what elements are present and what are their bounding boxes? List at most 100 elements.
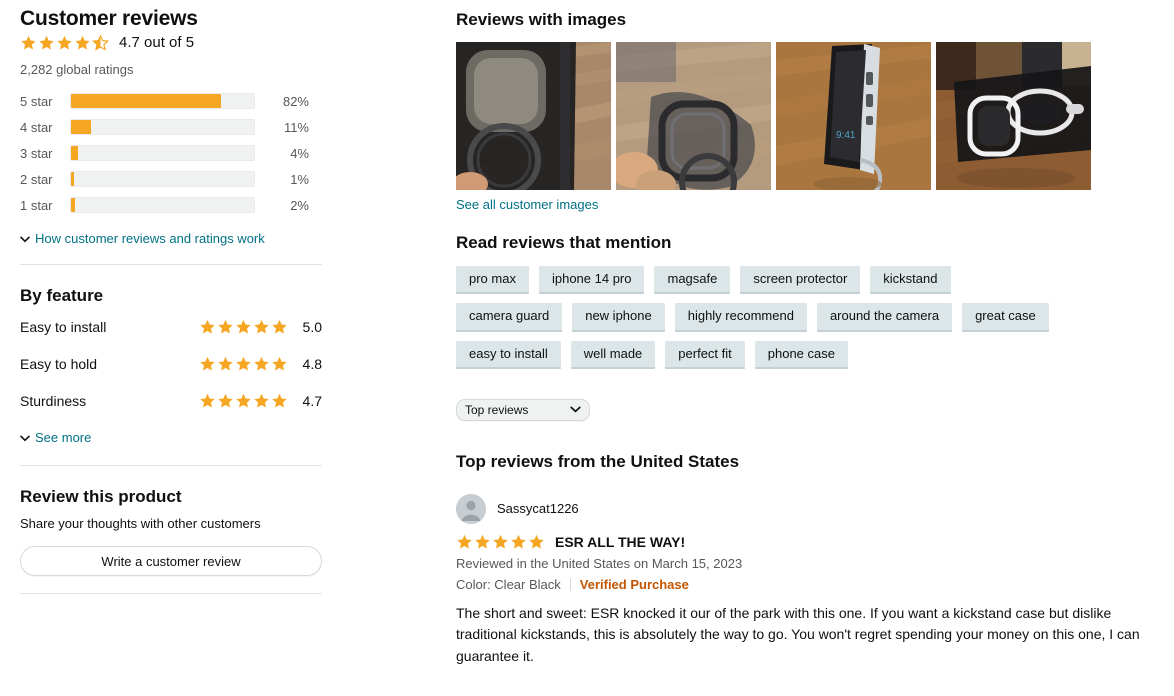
review-title-row: ESR ALL THE WAY! (456, 534, 1156, 550)
reviews-summary-column: Customer reviews 4.7 out of 5 2,282 glob… (20, 0, 322, 595)
star-icon-full (217, 319, 234, 335)
meta-separator (569, 577, 571, 591)
review-keyword-tag[interactable]: pro max (456, 266, 529, 295)
review-keyword-tag[interactable]: around the camera (816, 303, 953, 332)
write-a-customer-review-button[interactable]: Write a customer review (20, 546, 322, 577)
star-icon-full (474, 534, 491, 550)
star-icon-full (271, 319, 288, 335)
histogram-row[interactable]: 2 star 1% (20, 166, 322, 192)
histogram-row[interactable]: 5 star 82% (20, 88, 322, 114)
overall-rating-text: 4.7 out of 5 (119, 34, 195, 52)
star-icon-full (56, 35, 73, 51)
chevron-down-icon (20, 236, 30, 243)
reviewer-profile[interactable]: Sassycat1226 (456, 493, 1156, 524)
review-keyword-tag[interactable]: perfect fit (665, 340, 745, 369)
review-keyword-tag[interactable]: screen protector (740, 266, 861, 295)
overall-rating-row: 4.7 out of 5 (20, 34, 322, 51)
review-keyword-tag[interactable]: iphone 14 pro (538, 266, 645, 295)
review-this-product-title: Review this product (20, 487, 182, 507)
overall-star-rating[interactable] (20, 34, 110, 51)
histogram-row[interactable]: 3 star 4% (20, 140, 322, 166)
review-keyword-tag[interactable]: well made (570, 340, 656, 369)
star-icon-full (199, 319, 216, 335)
customer-image-thumbnail[interactable] (616, 42, 771, 190)
divider-3 (20, 593, 322, 595)
star-icon-full (271, 356, 288, 372)
feature-ratings-list: Easy to install 5.0 Easy to hold 4.8 Sturdin… (20, 311, 322, 417)
histogram-percent-label: 1% (290, 171, 309, 187)
see-all-customer-images-link[interactable]: See all customer images (456, 197, 598, 212)
see-more-label: See more (35, 430, 92, 446)
review-keyword-tag[interactable]: highly recommend (674, 303, 807, 332)
star-icon-full (38, 35, 55, 51)
how-reviews-work-link[interactable]: How customer reviews and ratings work (20, 231, 322, 246)
customer-images-strip: 9:41 (456, 42, 1156, 190)
reviewer-name: Sassycat1226 (497, 501, 579, 517)
review-keyword-tag[interactable]: phone case (754, 340, 848, 369)
review-meta-row: Color: Clear Black Verified Purchase (456, 577, 1156, 592)
avatar (456, 493, 486, 524)
see-more-features-link[interactable]: See more (20, 430, 322, 445)
review-keyword-tag[interactable]: new iphone (572, 303, 665, 332)
star-icon-half (92, 34, 109, 51)
review-keyword-tags: pro max iphone 14 pro magsafe screen protec… (456, 266, 1056, 369)
reviews-content-column: Reviews with images 9:41 See all custome… (456, 0, 1156, 668)
star-icon-full (235, 319, 252, 335)
review-keyword-tag[interactable]: camera guard (456, 303, 563, 332)
histogram-bar-fill (71, 172, 74, 187)
review-keyword-tag[interactable]: kickstand (870, 266, 951, 295)
review-body-text: The short and sweet: ESR knocked it our … (456, 604, 1140, 665)
how-reviews-work-label: How customer reviews and ratings work (35, 231, 265, 247)
histogram-bar-fill (71, 146, 79, 161)
svg-text:9:41: 9:41 (836, 130, 856, 141)
histogram-bar-track[interactable] (70, 171, 255, 188)
rating-histogram: 5 star 82% 4 star 11% 3 star 4% 2 star 1% 1 star… (20, 88, 322, 218)
page-title: Customer reviews (20, 7, 198, 30)
histogram-bar-track[interactable] (70, 197, 255, 214)
review-star-rating[interactable] (456, 534, 546, 550)
review-keyword-tag[interactable]: easy to install (456, 340, 561, 369)
histogram-bar-fill (71, 120, 92, 135)
star-icon-full (253, 319, 270, 335)
customer-image-thumbnail[interactable]: 9:41 (776, 42, 931, 190)
customer-image-thumbnail[interactable] (456, 42, 611, 190)
chevron-down-icon (20, 435, 30, 442)
histogram-row[interactable]: 4 star 11% (20, 114, 322, 140)
star-icon-full (271, 393, 288, 409)
histogram-bar-track[interactable] (70, 119, 255, 136)
star-icon-full (253, 356, 270, 372)
divider-1 (20, 264, 322, 266)
histogram-percent-label: 2% (290, 197, 309, 213)
histogram-row[interactable]: 1 star 2% (20, 192, 322, 218)
customer-reviews-page: Customer reviews 4.7 out of 5 2,282 glob… (0, 0, 1174, 696)
star-icon-full (510, 534, 527, 550)
review-keyword-tag[interactable]: great case (962, 303, 1049, 332)
histogram-bar-track[interactable] (70, 145, 255, 162)
feature-score: 4.7 (302, 393, 322, 410)
verified-purchase-badge: Verified Purchase (579, 576, 689, 592)
feature-star-rating (199, 393, 289, 409)
feature-score: 5.0 (302, 319, 322, 336)
feature-star-rating (199, 356, 289, 372)
star-icon-full (217, 356, 234, 372)
histogram-percent-label: 4% (290, 145, 309, 161)
star-icon-full (235, 393, 252, 409)
customer-image-thumbnail[interactable] (936, 42, 1091, 190)
read-reviews-that-mention-title: Read reviews that mention (456, 233, 672, 252)
star-icon-full (456, 534, 473, 550)
review-title[interactable]: ESR ALL THE WAY! (555, 534, 685, 550)
histogram-star-label: 1 star (20, 197, 53, 213)
feature-star-rating (199, 319, 289, 335)
star-icon-full (74, 35, 91, 51)
review-keyword-tag[interactable]: magsafe (654, 266, 731, 295)
star-icon-full (199, 393, 216, 409)
feature-score: 4.8 (302, 356, 322, 373)
sort-reviews-dropdown[interactable]: Top reviews (456, 398, 590, 421)
divider-2 (20, 465, 322, 467)
feature-rating-row: Easy to install 5.0 (20, 311, 322, 343)
histogram-bar-track[interactable] (70, 93, 255, 110)
feature-name: Easy to install (20, 319, 107, 336)
histogram-bar-fill (71, 94, 222, 109)
star-icon-full (492, 534, 509, 550)
review-date: Reviewed in the United States on March 1… (456, 555, 743, 571)
